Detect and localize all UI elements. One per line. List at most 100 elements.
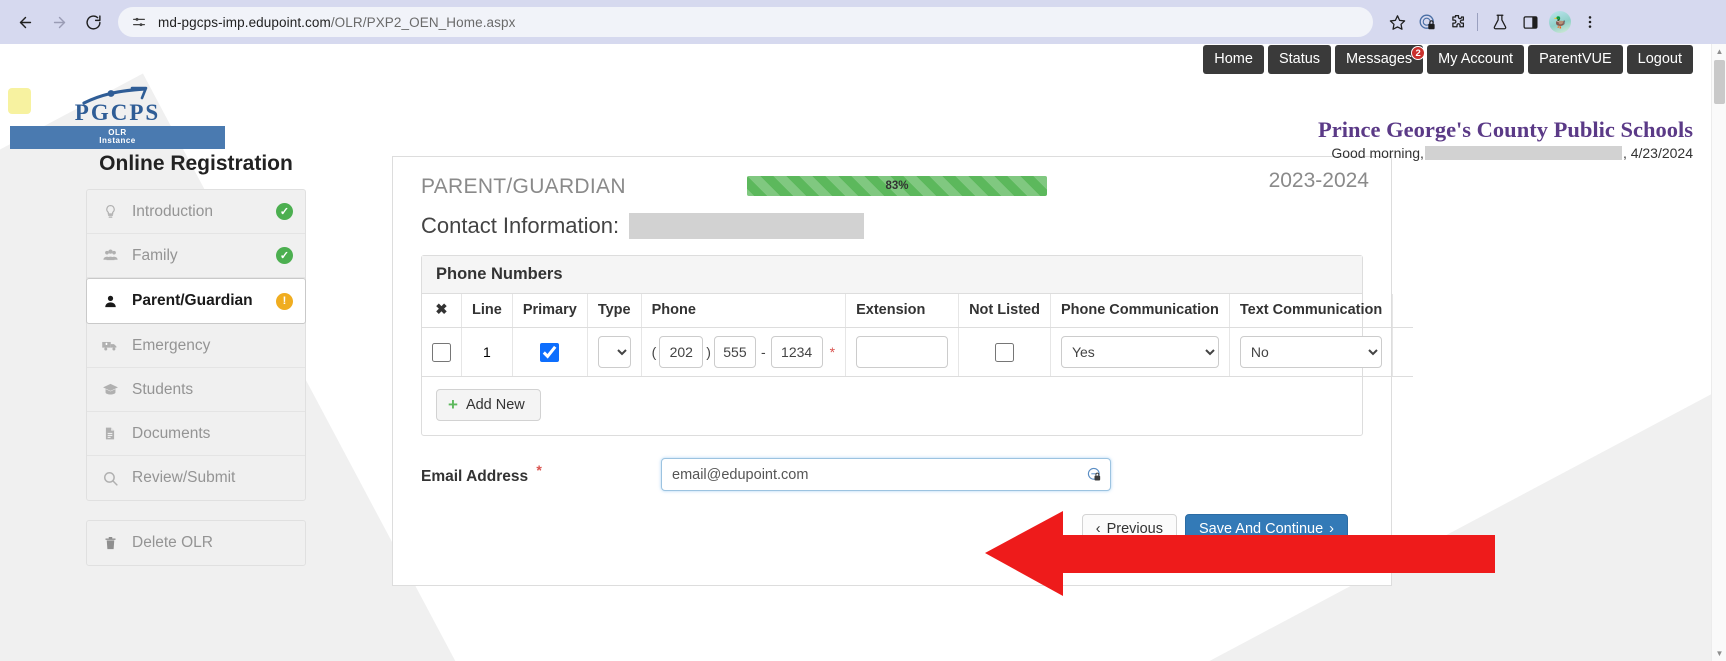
phone-prefix-input[interactable] xyxy=(714,336,756,368)
document-icon xyxy=(99,425,121,442)
topnav-item-status[interactable]: Status xyxy=(1268,45,1331,74)
phone-area-code-input[interactable] xyxy=(659,336,703,368)
topnav-label: Status xyxy=(1279,51,1320,67)
previous-label: Previous xyxy=(1107,521,1163,537)
phone-type-select[interactable]: Home xyxy=(598,336,631,368)
scrollbar-down-arrow[interactable]: ▼ xyxy=(1712,646,1726,661)
profile-avatar-icon[interactable]: 🦆 xyxy=(1546,8,1574,36)
back-arrow-icon[interactable] xyxy=(10,7,40,37)
messages-badge: 2 xyxy=(1411,46,1425,60)
contact-information-heading: Contact Information: xyxy=(393,213,1391,239)
topnav-item-messages[interactable]: Messages 2 xyxy=(1335,45,1423,74)
sidebar-item-parent-guardian[interactable]: Parent/Guardian ! xyxy=(86,278,306,324)
add-new-button[interactable]: + Add New xyxy=(436,389,541,421)
phone-dash: - xyxy=(759,344,768,360)
email-address-label: Email Address * xyxy=(421,462,661,486)
column-header-line: Line xyxy=(462,294,513,328)
section-title: PARENT/GUARDIAN xyxy=(421,175,626,199)
three-dot-menu-icon[interactable] xyxy=(1576,8,1604,36)
column-header-not-listed: Not Listed xyxy=(959,294,1051,328)
add-new-row: + Add New xyxy=(422,377,1362,435)
status-badge-complete: ✓ xyxy=(276,203,293,220)
sidebar-item-students[interactable]: Students xyxy=(87,368,305,412)
not-listed-checkbox[interactable] xyxy=(995,343,1014,362)
required-asterisk: * xyxy=(830,344,835,360)
text-communication-select[interactable]: No xyxy=(1240,336,1382,368)
autofill-key-icon[interactable] xyxy=(1085,466,1103,484)
trash-icon xyxy=(99,535,121,552)
topnav-label: ParentVUE xyxy=(1539,51,1612,67)
contact-heading-text: Contact Information: xyxy=(421,213,619,239)
column-header-phone: Phone xyxy=(641,294,845,328)
topnav-item-parentvue[interactable]: ParentVUE xyxy=(1528,45,1623,74)
sidebar-item-label: Delete OLR xyxy=(132,534,213,552)
phone-numbers-panel: Phone Numbers ✖ Line Primary Type Phone … xyxy=(421,255,1363,436)
phone-communication-select[interactable]: Yes xyxy=(1061,336,1219,368)
greeting-suffix: , 4/23/2024 xyxy=(1623,145,1693,161)
scrollbar-thumb[interactable] xyxy=(1714,60,1725,104)
topnav-item-logout[interactable]: Logout xyxy=(1627,45,1693,74)
email-field[interactable] xyxy=(661,458,1111,491)
progress-bar: 83% xyxy=(747,176,1047,196)
email-address-row: Email Address * xyxy=(421,458,1363,491)
page-title: Online Registration xyxy=(0,152,392,176)
sidebar-item-label: Emergency xyxy=(132,337,210,355)
topnav-item-my-account[interactable]: My Account xyxy=(1427,45,1524,74)
logo-banner-line2: Instance xyxy=(10,137,225,145)
sidebar-item-review-submit[interactable]: Review/Submit xyxy=(87,456,305,500)
logo-wordmark: PGCPS xyxy=(10,84,225,124)
sidebar-item-delete-olr[interactable]: Delete OLR xyxy=(87,521,305,565)
cell-spacer xyxy=(1393,328,1414,377)
extension-input[interactable] xyxy=(856,336,948,368)
phone-line-input[interactable] xyxy=(771,336,823,368)
cell-extension xyxy=(846,328,959,377)
pgcps-logo[interactable]: PGCPS OLR Instance xyxy=(10,84,225,149)
column-header-primary: Primary xyxy=(512,294,587,328)
primary-checkbox[interactable] xyxy=(540,343,559,362)
logo-swoosh-icon xyxy=(82,86,154,110)
table-row: 1 Home ( ) xyxy=(422,328,1413,377)
row-delete-checkbox[interactable] xyxy=(432,343,451,362)
forward-arrow-icon[interactable] xyxy=(44,7,74,37)
url-path: /OLR/PXP2_OEN_Home.aspx xyxy=(331,15,516,30)
sidebar-item-family[interactable]: Family ✓ xyxy=(87,234,305,278)
save-continue-label: Save And Continue xyxy=(1199,521,1323,537)
main-content-panel: PARENT/GUARDIAN 83% 2023-2024 Contact In… xyxy=(392,156,1392,586)
scrollbar-up-arrow[interactable]: ▲ xyxy=(1712,44,1726,59)
sidebar-item-label: Review/Submit xyxy=(132,469,235,487)
form-button-row: ‹ Previous Save And Continue › xyxy=(421,514,1363,544)
column-header-text-communication: Text Communication xyxy=(1229,294,1392,328)
previous-button[interactable]: ‹ Previous xyxy=(1082,514,1177,544)
save-and-continue-button[interactable]: Save And Continue › xyxy=(1185,514,1348,544)
sidebar-item-label: Documents xyxy=(132,425,210,443)
browser-toolbar: md-pgcps-imp.edupoint.com/OLR/PXP2_OEN_H… xyxy=(0,0,1726,44)
logo-banner: OLR Instance xyxy=(10,126,225,149)
site-settings-icon[interactable] xyxy=(130,13,148,31)
greeting-prefix: Good morning, xyxy=(1331,145,1424,161)
redacted-contact-name xyxy=(629,213,864,239)
page-scrollbar[interactable]: ▲ ▼ xyxy=(1711,44,1726,661)
tracking-protection-icon[interactable] xyxy=(1413,8,1441,36)
email-label-text: Email Address xyxy=(421,469,528,486)
star-icon[interactable] xyxy=(1383,8,1411,36)
required-asterisk: * xyxy=(536,462,541,478)
people-group-icon xyxy=(99,247,121,264)
sidebar-item-documents[interactable]: Documents xyxy=(87,412,305,456)
cell-delete xyxy=(422,328,462,377)
address-bar[interactable]: md-pgcps-imp.edupoint.com/OLR/PXP2_OEN_H… xyxy=(118,7,1373,37)
page-viewport: Home Status Messages 2 My Account Parent… xyxy=(0,44,1726,661)
side-panel-icon[interactable] xyxy=(1516,8,1544,36)
topnav-label: My Account xyxy=(1438,51,1513,67)
topnav-item-home[interactable]: Home xyxy=(1203,45,1264,74)
sidebar-item-emergency[interactable]: Emergency xyxy=(87,324,305,368)
extensions-puzzle-icon[interactable] xyxy=(1443,8,1471,36)
graduation-cap-icon xyxy=(99,381,121,398)
column-header-spacer xyxy=(1393,294,1414,328)
experiments-flask-icon[interactable] xyxy=(1486,8,1514,36)
sidebar-item-label: Students xyxy=(132,381,193,399)
cell-phone: ( ) - * xyxy=(641,328,845,377)
redacted-user-name xyxy=(1425,146,1622,160)
reload-icon[interactable] xyxy=(78,7,108,37)
sidebar-item-introduction[interactable]: Introduction ✓ xyxy=(87,190,305,234)
school-year-label: 2023-2024 xyxy=(1269,169,1369,193)
